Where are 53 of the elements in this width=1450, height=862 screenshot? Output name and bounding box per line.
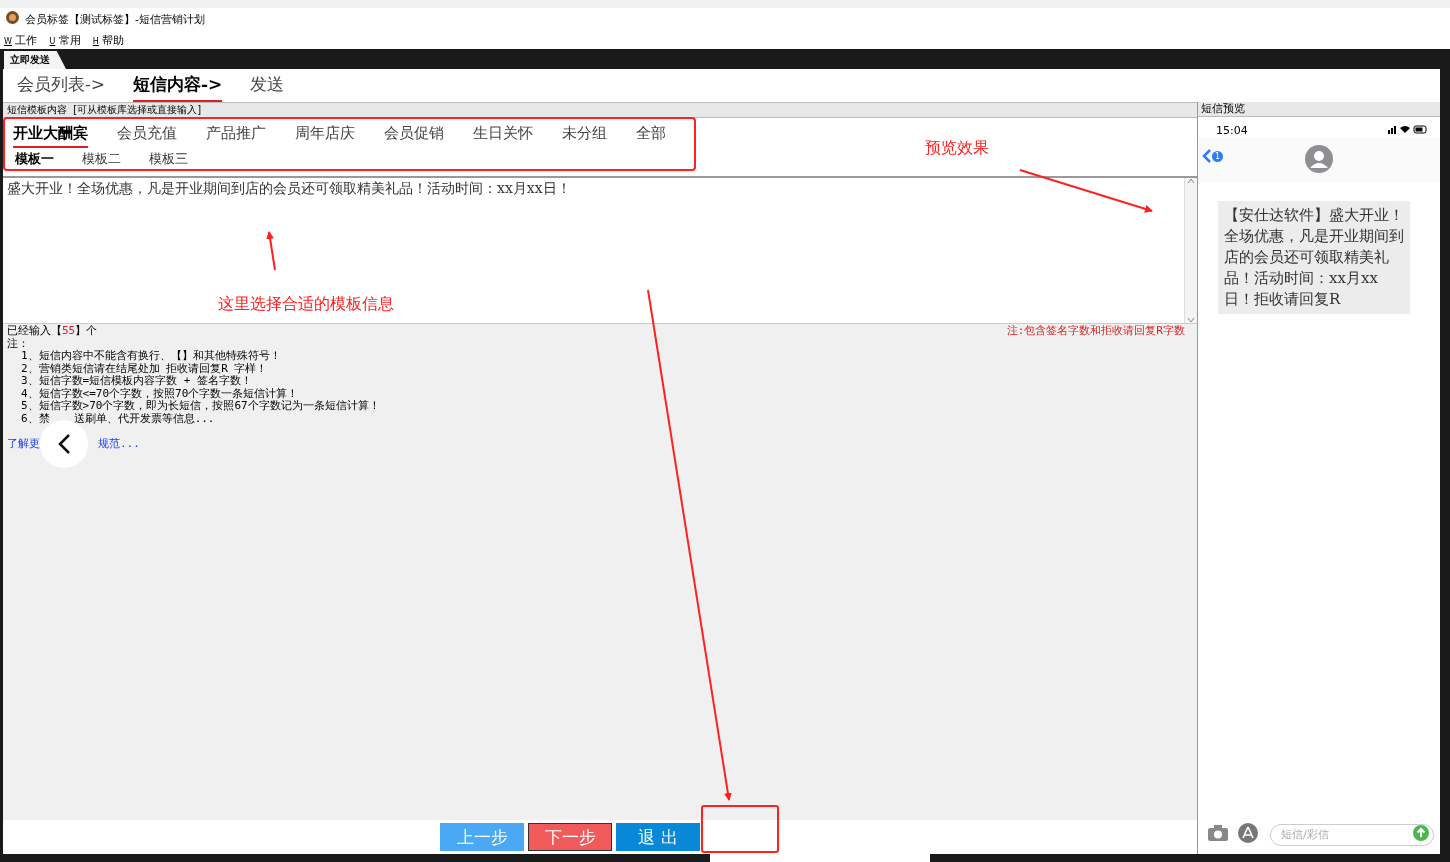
menu-item[interactable]: U 常用 bbox=[49, 33, 81, 48]
category-tab[interactable]: 周年店庆 bbox=[295, 124, 355, 148]
status-time: 15:04 bbox=[1216, 123, 1248, 137]
step-tab[interactable]: 发送 bbox=[250, 69, 285, 102]
note-line: 1、短信内容中不能含有换行、【】和其他特殊符号！ bbox=[21, 350, 281, 363]
template-tab[interactable]: 模板二 bbox=[80, 150, 123, 171]
chevron-left-icon bbox=[57, 433, 71, 455]
panel-header: 短信预览 bbox=[1198, 102, 1440, 117]
message-text[interactable]: 盛大开业！全场优惠，凡是开业期间到店的会员还可领取精美礼品！活动时间：xx月xx日！ bbox=[7, 180, 571, 196]
note-line: 送刷单、代开发票等信息... bbox=[73, 412, 215, 425]
message-bubble: 【安仕达软件】盛大开业！全场优惠，凡是开业期间到店的会员还可领取精美礼品！活动时间：xx月xx日！拒收请回复R bbox=[1218, 201, 1410, 314]
category-tab[interactable]: 未分组 bbox=[562, 124, 607, 148]
menu-item[interactable]: H 帮助 bbox=[92, 33, 125, 48]
send-icon[interactable] bbox=[1413, 825, 1429, 844]
status-icons bbox=[1388, 123, 1428, 137]
scroll-down-icon[interactable] bbox=[1187, 317, 1195, 323]
char-count: 55 bbox=[62, 324, 76, 337]
camera-icon[interactable] bbox=[1208, 825, 1228, 844]
back-button[interactable]: 1 bbox=[1202, 149, 1223, 163]
avatar-icon bbox=[1305, 144, 1333, 176]
app-logo-icon bbox=[6, 11, 19, 27]
panel-header: 短信模板内容 [可从模板库选择或直接输入] bbox=[3, 102, 1197, 118]
exit-button[interactable]: 退 出 bbox=[616, 823, 700, 851]
app-store-icon[interactable] bbox=[1238, 823, 1260, 846]
counter-label: 】个 bbox=[75, 324, 98, 337]
annotation-arrow bbox=[266, 231, 276, 271]
category-tab[interactable]: 开业大酬宾 bbox=[13, 124, 88, 148]
document-tab[interactable]: 立即发送 bbox=[4, 51, 66, 69]
note-line: 5、短信字数>70个字数，即为长短信，按照67个字数记为一条短信计算！ bbox=[21, 400, 380, 413]
category-tab[interactable]: 会员充值 bbox=[117, 124, 177, 148]
notes-title: 注： bbox=[6, 337, 30, 350]
more-link[interactable]: 规范... bbox=[98, 438, 140, 451]
category-tab[interactable]: 生日关怀 bbox=[473, 124, 533, 148]
category-tab[interactable]: 会员促销 bbox=[384, 124, 444, 148]
more-link[interactable]: 了解更 bbox=[7, 438, 40, 451]
counter-label: 已经输入【 bbox=[7, 324, 62, 337]
window-title: 会员标签【测试标签】-短信营销计划 bbox=[25, 11, 205, 27]
template-tab[interactable]: 模板一 bbox=[13, 150, 56, 171]
menu-item[interactable]: W 工作 bbox=[4, 33, 38, 48]
note-line: 2、营销类短信请在结尾处加 拒收请回复R 字样！ bbox=[21, 362, 268, 375]
template-tab[interactable]: 模板三 bbox=[147, 150, 190, 171]
note-line: 6、禁 bbox=[21, 412, 50, 425]
count-note: 注:包含签名字数和拒收请回复R字数 bbox=[1006, 325, 1185, 338]
step-tab[interactable]: 会员列表-> bbox=[17, 69, 105, 102]
note-line: 4、短信字数<=70个字数，按照70个字数一条短信计算！ bbox=[21, 387, 299, 400]
scroll-up-icon[interactable] bbox=[1187, 178, 1195, 184]
scrollbar[interactable] bbox=[1184, 178, 1197, 323]
note-line: 3、短信字数=短信模板内容字数 + 签名字数！ bbox=[21, 375, 253, 388]
annotation-text: 预览效果 bbox=[925, 138, 989, 159]
annotation-text: 这里选择合适的模板信息 bbox=[218, 294, 394, 315]
category-tab[interactable]: 产品推广 bbox=[206, 124, 266, 148]
unread-badge: 1 bbox=[1212, 150, 1223, 162]
category-tab[interactable]: 全部 bbox=[636, 124, 666, 148]
